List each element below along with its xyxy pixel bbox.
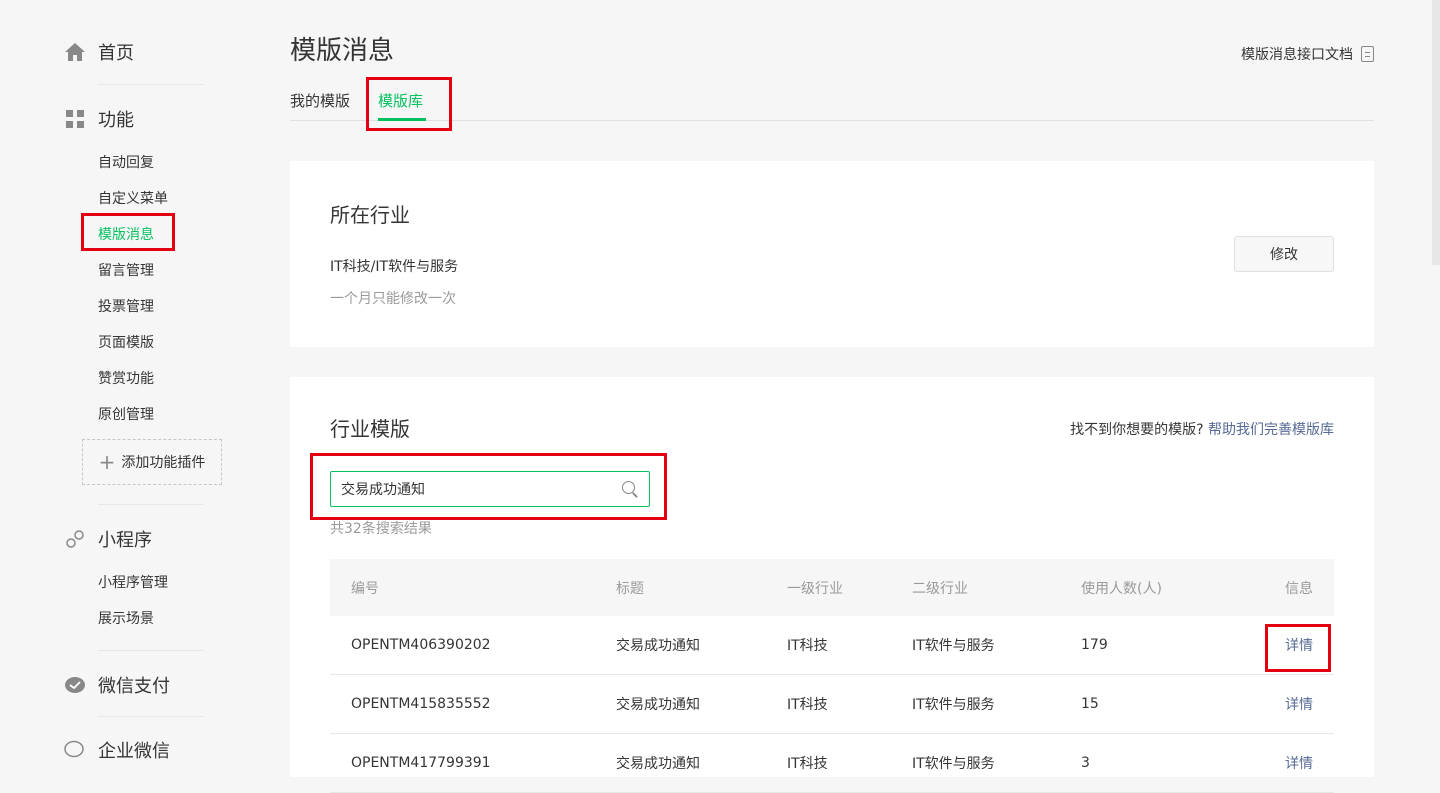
search-icon[interactable] [621,480,639,498]
cell-id: OPENTM406390202 [351,637,491,653]
main-content: 模版消息 模版消息接口文档 我的模版 模版库 所在行业 IT科技/IT软件与服务… [290,0,1374,793]
templates-card: 行业模版 找不到你想要的模版? 帮助我们完善模版库 共32条搜索结果 编号 标题… [290,377,1374,793]
cell-level1: IT科技 [787,638,828,654]
cell-level1: IT科技 [787,756,828,772]
doc-link[interactable]: 模版消息接口文档 [1241,44,1374,64]
cell-level1: IT科技 [787,697,828,713]
link-icon [64,528,86,550]
cell-title: 交易成功通知 [616,697,700,713]
divider [98,716,204,717]
table-row: OPENTM417799391 交易成功通知 IT科技 IT软件与服务 3 详情 [330,734,1334,793]
modify-button[interactable]: 修改 [1234,236,1334,272]
nav-features-heading: 功能 [64,106,134,132]
nav-wechat-pay-label: 微信支付 [98,676,170,697]
column-header-info: 信息 [1285,580,1313,597]
cell-title: 交易成功通知 [616,756,700,772]
tab-template-library[interactable]: 模版库 [378,90,423,111]
nav-wecom-label: 企业微信 [98,741,170,762]
column-header-users: 使用人数(人) [1081,580,1162,597]
current-industry: IT科技/IT软件与服务 [330,259,459,275]
tab-bar: 我的模版 模版库 [290,82,1374,121]
wecom-icon [64,739,86,761]
home-icon [64,41,86,63]
wechat-pay-icon [64,674,86,696]
tab-my-templates[interactable]: 我的模版 [290,90,350,111]
divider [98,84,204,85]
template-search-box [330,471,650,507]
table-header: 编号 标题 一级行业 二级行业 使用人数(人) 信息 [330,559,1334,616]
help-text: 找不到你想要的模版? 帮助我们完善模版库 [1070,419,1334,439]
cell-users: 3 [1081,755,1090,771]
templates-table: 编号 标题 一级行业 二级行业 使用人数(人) 信息 OPENTM4063902… [330,559,1334,793]
sidebar-item-miniprogram-manage[interactable]: 小程序管理 [98,572,168,592]
cell-users: 179 [1081,637,1108,653]
industry-card-title: 所在行业 [330,203,410,227]
nav-features-label: 功能 [98,110,134,131]
sidebar: 首页 功能 自动回复 自定义菜单 模版消息 留言管理 投票管理 页面模版 赞赏功… [0,0,260,763]
cell-id: OPENTM415835552 [351,696,491,712]
cell-id: OPENTM417799391 [351,755,491,771]
divider [98,650,204,651]
sidebar-item-display-scene[interactable]: 展示场景 [98,608,154,628]
help-prefix: 找不到你想要的模版? [1070,422,1204,438]
help-link[interactable]: 帮助我们完善模版库 [1208,422,1334,438]
detail-link[interactable]: 详情 [1285,635,1313,655]
sidebar-item-reward[interactable]: 赞赏功能 [98,368,154,388]
detail-link[interactable]: 详情 [1285,694,1313,714]
page-title: 模版消息 [290,36,395,66]
column-header-title: 标题 [616,580,644,597]
sidebar-item-auto-reply[interactable]: 自动回复 [98,152,154,172]
plus-icon: + [98,450,116,474]
column-header-level2: 二级行业 [912,580,968,597]
cell-level2: IT软件与服务 [912,697,995,713]
column-header-id: 编号 [351,580,379,597]
nav-miniprogram-label: 小程序 [98,530,152,551]
divider [98,504,204,505]
cell-level2: IT软件与服务 [912,638,995,654]
add-plugin-label: 添加功能插件 [121,455,206,471]
table-row: OPENTM415835552 交易成功通知 IT科技 IT软件与服务 15 详… [330,675,1334,734]
document-icon [1361,46,1374,62]
column-header-level1: 一级行业 [787,580,843,597]
sidebar-item-comments[interactable]: 留言管理 [98,260,154,280]
sidebar-item-votes[interactable]: 投票管理 [98,296,154,316]
templates-card-title: 行业模版 [330,417,410,441]
result-count: 共32条搜索结果 [330,521,432,537]
search-input[interactable] [341,481,621,497]
add-plugin-button[interactable]: + 添加功能插件 [82,439,222,485]
sidebar-item-page-template[interactable]: 页面模版 [98,332,154,352]
nav-miniprogram-heading: 小程序 [64,526,152,552]
nav-wecom[interactable]: 企业微信 [64,737,170,763]
sidebar-item-template-message[interactable]: 模版消息 [98,224,154,244]
sidebar-item-original[interactable]: 原创管理 [98,404,154,424]
cell-level2: IT软件与服务 [912,756,995,772]
table-row: OPENTM406390202 交易成功通知 IT科技 IT软件与服务 179 … [330,616,1334,675]
sidebar-item-custom-menu[interactable]: 自定义菜单 [98,188,168,208]
nav-home[interactable]: 首页 [64,39,134,65]
grid-icon [64,108,86,130]
detail-link[interactable]: 详情 [1285,753,1313,773]
nav-wechat-pay[interactable]: 微信支付 [64,672,170,698]
cell-users: 15 [1081,696,1099,712]
active-tab-indicator [378,118,426,121]
industry-card: 所在行业 IT科技/IT软件与服务 一个月只能修改一次 修改 [290,161,1374,347]
nav-home-label: 首页 [98,43,134,64]
modify-hint: 一个月只能修改一次 [330,291,456,307]
doc-link-label: 模版消息接口文档 [1241,47,1353,63]
cell-title: 交易成功通知 [616,638,700,654]
scrollbar-thumb[interactable] [1432,0,1440,265]
